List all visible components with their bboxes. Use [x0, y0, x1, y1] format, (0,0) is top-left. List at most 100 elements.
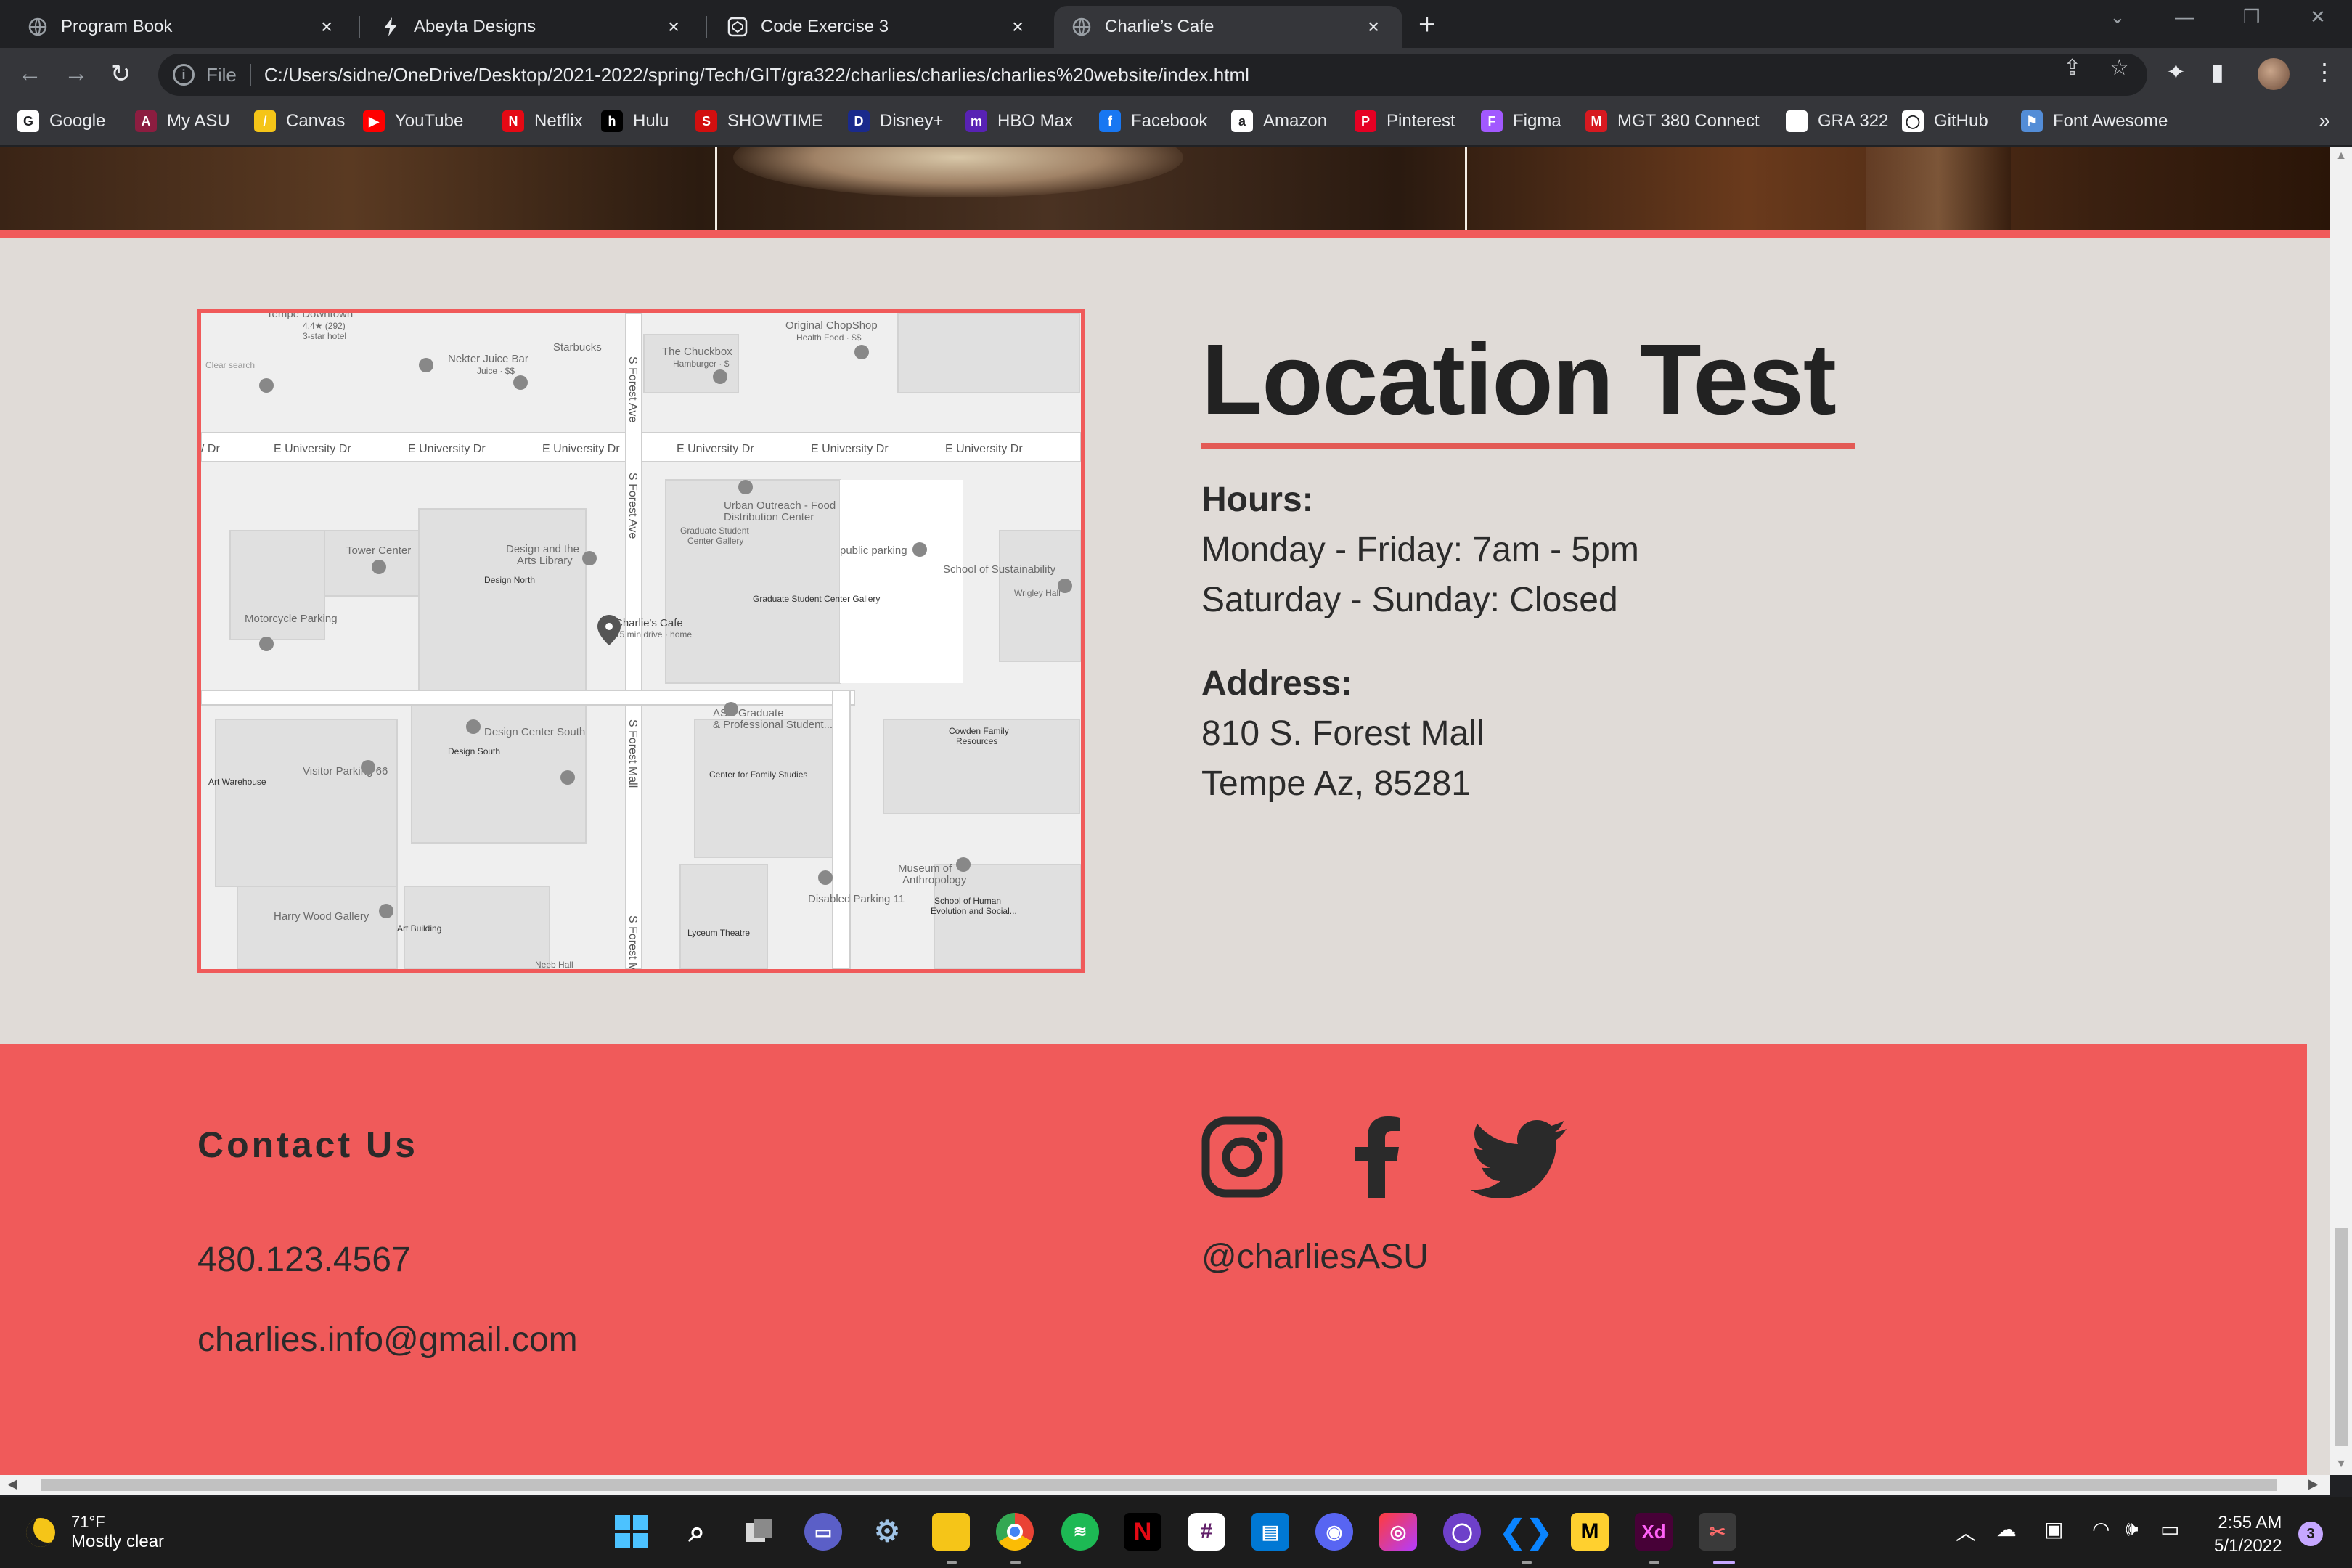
bookmark-github[interactable]: ◯ GitHub [1902, 110, 1988, 132]
food-bowl-image [733, 147, 1183, 197]
bookmark-netflix[interactable]: N Netflix [502, 110, 583, 132]
adobe-xd-icon[interactable]: Xd [1635, 1513, 1673, 1551]
url-text[interactable]: C:/Users/sidne/OneDrive/Desktop/2021-202… [264, 64, 1249, 86]
settings-gear-icon[interactable]: ⚙ [868, 1513, 906, 1551]
bookmark-google[interactable]: G Google [17, 110, 105, 132]
bookmark-label: Amazon [1263, 111, 1328, 131]
volume-icon[interactable]: 🕪 [2126, 1517, 2139, 1541]
github-desktop-icon[interactable]: ◯ [1443, 1513, 1481, 1551]
bookmark-gra-322[interactable]: GRA 322 [1786, 110, 1888, 132]
profile-avatar[interactable] [2258, 58, 2290, 90]
bookmark-hulu[interactable]: h Hulu [601, 110, 669, 132]
bookmark-showtime[interactable]: S SHOWTIME [695, 110, 823, 132]
side-panel-icon[interactable]: ▮ [2211, 58, 2224, 86]
vscode-icon[interactable]: ❮❯ [1499, 1513, 1553, 1551]
onedrive-cloud-icon[interactable]: ☁ [1996, 1517, 2017, 1541]
clock-time: 2:55 AM [2218, 1513, 2282, 1532]
display-icon[interactable]: ▣ [2044, 1517, 2063, 1541]
bookmark-youtube[interactable]: ▶ YouTube [363, 110, 463, 132]
vertical-scrollbar[interactable]: ▲ ▼ [2330, 147, 2352, 1475]
place-pin-icon [419, 358, 433, 372]
chat-icon[interactable]: ▭ [804, 1513, 842, 1551]
tab-abeyta-designs[interactable]: Abeyta Designs × [363, 6, 703, 48]
gra-322-icon [1786, 110, 1808, 132]
creative-cloud-icon[interactable]: ◎ [1379, 1513, 1417, 1551]
new-tab-button[interactable]: + [1418, 9, 1435, 41]
facebook-icon[interactable] [1352, 1116, 1402, 1201]
file-explorer-icon[interactable] [932, 1513, 970, 1551]
place-pin-icon [912, 542, 927, 557]
scroll-left-arrow-icon[interactable]: ◀ [7, 1477, 17, 1492]
running-indicator [1649, 1561, 1659, 1564]
miro-icon[interactable]: M [1571, 1513, 1609, 1551]
netflix-icon[interactable]: N [1124, 1513, 1161, 1551]
bookmark-star-icon[interactable]: ☆ [2110, 55, 2129, 81]
bookmark-hbo-max[interactable]: m HBO Max [965, 110, 1073, 132]
spotify-icon[interactable]: ≋ [1061, 1513, 1099, 1551]
bookmark-my-asu[interactable]: A My ASU [135, 110, 230, 132]
close-tab-icon[interactable]: × [315, 15, 338, 38]
tab-charlies-cafe[interactable]: Charlie’s Cafe × [1054, 6, 1402, 48]
twitter-icon[interactable] [1471, 1119, 1567, 1201]
window-close-icon[interactable]: ✕ [2310, 6, 2326, 28]
social-handle[interactable]: @charliesASU [1201, 1237, 1429, 1277]
horizontal-scroll-thumb[interactable] [41, 1479, 2277, 1491]
tab-program-book[interactable]: Program Book × [10, 6, 356, 48]
bookmark-amazon[interactable]: a Amazon [1231, 110, 1327, 132]
close-tab-icon[interactable]: × [1006, 15, 1029, 38]
bookmark-font-awesome[interactable]: ⚑ Font Awesome [2021, 110, 2168, 132]
contact-phone[interactable]: 480.123.4567 [197, 1240, 411, 1280]
parking-lot [840, 480, 963, 683]
share-icon[interactable]: ⇪ [2063, 55, 2081, 81]
svg-text:Clear search: Clear search [205, 360, 255, 370]
bookmark-label: Font Awesome [2053, 111, 2168, 131]
close-tab-icon[interactable]: × [1362, 15, 1385, 38]
scroll-right-arrow-icon[interactable]: ▶ [2308, 1477, 2319, 1492]
slack-icon[interactable]: # [1188, 1513, 1225, 1551]
street-label: E University Dr [945, 443, 1023, 455]
vertical-scroll-thumb[interactable] [2335, 1228, 2348, 1446]
svg-text:4.4★ (292): 4.4★ (292) [303, 321, 346, 331]
chrome-icon[interactable] [996, 1513, 1034, 1551]
instagram-icon[interactable] [1201, 1116, 1283, 1201]
scroll-down-arrow-icon[interactable]: ▼ [2330, 1458, 2352, 1471]
menu-kebab-icon[interactable]: ⋮ [2313, 58, 2336, 86]
tab-code-exercise-3[interactable]: Code Exercise 3 × [710, 6, 1047, 48]
weather-widget[interactable]: 71°F Mostly clear [26, 1513, 164, 1552]
tab-search-icon[interactable]: ⌄ [2110, 6, 2126, 28]
forward-arrow-icon[interactable]: → [64, 60, 89, 88]
back-arrow-icon[interactable]: ← [17, 60, 42, 88]
close-tab-icon[interactable]: × [662, 15, 685, 38]
minimize-icon[interactable]: — [2175, 6, 2194, 28]
location-heading: Location Test [1201, 324, 1837, 436]
reload-icon[interactable]: ↻ [110, 60, 131, 89]
wifi-icon[interactable]: ◠ [2092, 1517, 2110, 1541]
extensions-puzzle-icon[interactable]: ✦ [2166, 58, 2186, 86]
horizontal-scrollbar[interactable]: ◀ ▶ [0, 1475, 2330, 1495]
address-bar[interactable]: i File C:/Users/sidne/OneDrive/Desktop/2… [158, 54, 2147, 96]
discord-icon[interactable]: ◉ [1315, 1513, 1353, 1551]
bookmark-disney-[interactable]: D Disney+ [848, 110, 943, 132]
system-clock[interactable]: 2:55 AM 5/1/2022 [2214, 1511, 2282, 1559]
campus-map[interactable]: / Dr E University Dr E University Dr E U… [197, 309, 1085, 973]
scroll-up-arrow-icon[interactable]: ▲ [2330, 150, 2352, 163]
bookmark-canvas[interactable]: / Canvas [254, 110, 345, 132]
microsoft-store-icon[interactable]: ▤ [1251, 1513, 1289, 1551]
bookmark-facebook[interactable]: f Facebook [1099, 110, 1207, 132]
bookmark-figma[interactable]: F Figma [1481, 110, 1561, 132]
bookmark-pinterest[interactable]: P Pinterest [1355, 110, 1455, 132]
site-info-icon[interactable]: i [173, 64, 195, 86]
netflix-icon: N [502, 110, 524, 132]
snipping-tool-icon[interactable]: ✂ [1699, 1513, 1736, 1551]
bookmarks-more-icon[interactable]: » [2319, 109, 2330, 132]
windows-start-icon[interactable] [613, 1513, 650, 1551]
battery-icon[interactable]: ▭ [2160, 1517, 2179, 1541]
restore-icon[interactable]: ❐ [2243, 6, 2260, 28]
show-hidden-icons-chevron-icon[interactable]: ︿ [1956, 1517, 1976, 1546]
svg-text:Distribution Center: Distribution Center [724, 511, 814, 523]
task-view-icon[interactable] [740, 1513, 778, 1551]
search-icon[interactable]: ⌕ [678, 1513, 716, 1551]
contact-email[interactable]: charlies.info@gmail.com [197, 1320, 578, 1360]
bookmark-mgt-380-connect[interactable]: M MGT 380 Connect [1585, 110, 1760, 132]
notification-badge[interactable]: 3 [2298, 1522, 2323, 1546]
